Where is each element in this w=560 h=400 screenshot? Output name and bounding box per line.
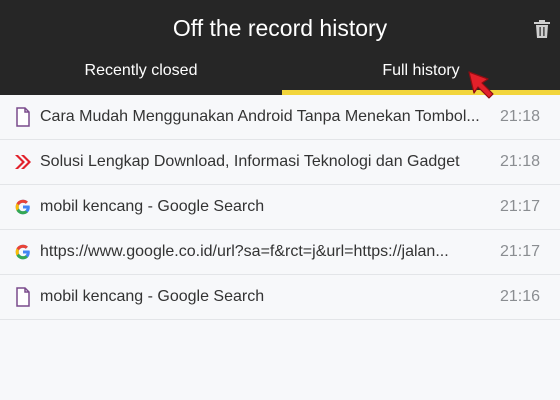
tab-label: Recently closed — [84, 62, 198, 79]
history-item-time: 21:18 — [499, 108, 540, 125]
document-icon — [16, 107, 30, 127]
tab-label: Full history — [382, 62, 460, 79]
history-item-title: https://www.google.co.id/url?sa=f&rct=j&… — [40, 243, 449, 260]
google-icon — [15, 199, 30, 215]
history-item-time: 21:18 — [499, 153, 540, 170]
history-item-title: Solusi Lengkap Download, Informasi Tekno… — [40, 153, 460, 170]
history-item-time: 21:16 — [499, 288, 540, 305]
history-item[interactable]: mobil kencang - Google Search 21:17 — [0, 185, 560, 230]
history-item-title: mobil kencang - Google Search — [40, 198, 265, 215]
history-item[interactable]: https://www.google.co.id/url?sa=f&rct=j&… — [0, 230, 560, 275]
tab-recently-closed[interactable]: Recently closed — [0, 58, 282, 95]
red-chevron-icon — [15, 155, 31, 169]
history-item-title: mobil kencang - Google Search — [40, 288, 265, 305]
trash-icon[interactable] — [533, 19, 551, 39]
google-icon — [15, 244, 30, 260]
history-item[interactable]: Cara Mudah Menggunakan Android Tanpa Men… — [0, 95, 560, 140]
history-item-title: Cara Mudah Menggunakan Android Tanpa Men… — [40, 108, 480, 125]
history-item[interactable]: Solusi Lengkap Download, Informasi Tekno… — [0, 140, 560, 185]
document-icon — [16, 287, 30, 307]
history-item-time: 21:17 — [499, 243, 540, 260]
history-item-time: 21:17 — [499, 198, 540, 215]
history-item[interactable]: mobil kencang - Google Search 21:16 — [0, 275, 560, 320]
page-title: Off the record history — [172, 15, 388, 41]
history-list: Cara Mudah Menggunakan Android Tanpa Men… — [0, 95, 560, 320]
